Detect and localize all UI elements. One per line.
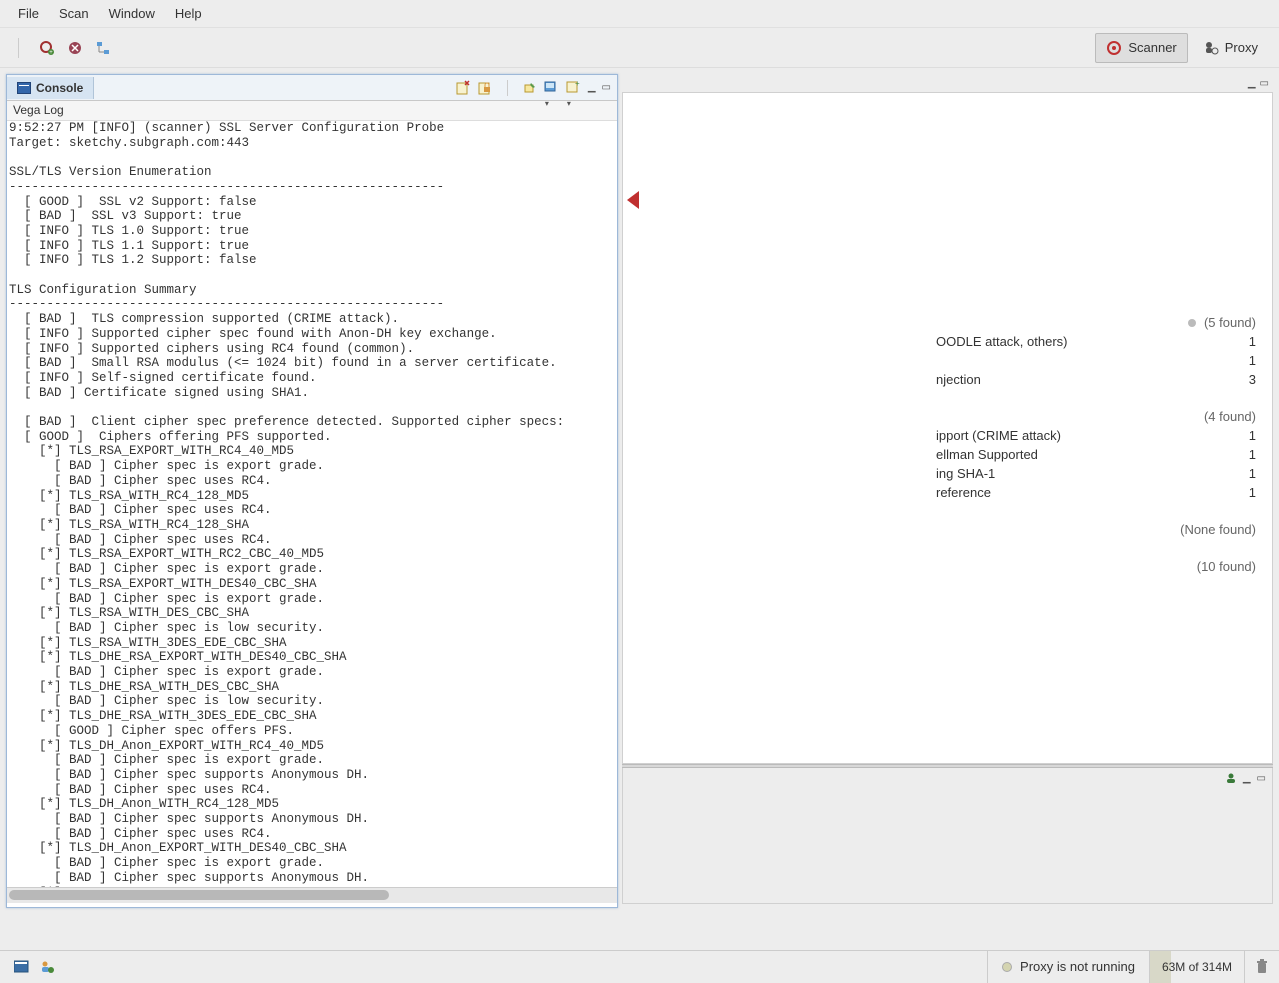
toolbar-separator xyxy=(507,80,508,96)
maximize-icon[interactable]: ▭ xyxy=(1260,78,1269,89)
person-icon[interactable] xyxy=(1225,772,1237,784)
vega-log-header: Vega Log xyxy=(7,101,617,121)
findings-count: (4 found) xyxy=(1204,409,1256,424)
proxy-icon[interactable] xyxy=(95,40,111,56)
console-log-output[interactable]: 9:52:27 PM [INFO] (scanner) SSL Server C… xyxy=(7,121,617,887)
main-area: Console ▾ +▾ ▁ ▭ Vega Log 9:52:27 PM [IN… xyxy=(0,68,1279,910)
menu-file[interactable]: File xyxy=(8,2,49,25)
menu-bar: File Scan Window Help xyxy=(0,0,1279,28)
console-status-icon[interactable] xyxy=(14,960,30,974)
menu-help[interactable]: Help xyxy=(165,2,212,25)
scan-info-panel: (5 found) OODLE attack, others)1 1 nject… xyxy=(622,92,1273,764)
minimize-icon[interactable]: ▁ xyxy=(1248,78,1256,89)
maximize-icon[interactable]: ▭ xyxy=(1257,773,1266,784)
person-status-icon[interactable] xyxy=(40,960,54,974)
gc-button[interactable] xyxy=(1244,951,1279,983)
right-panel: ▁ ▭ (5 found) OODLE attack, others)1 1 n… xyxy=(622,74,1273,908)
maximize-icon[interactable]: ▭ xyxy=(602,82,611,93)
main-toolbar: + Scanner Proxy xyxy=(0,28,1279,68)
open-console-dropdown[interactable]: +▾ xyxy=(566,80,582,96)
clear-console-icon[interactable] xyxy=(455,80,471,96)
menu-scan[interactable]: Scan xyxy=(49,2,99,25)
console-header: Console ▾ +▾ ▁ ▭ xyxy=(7,75,617,101)
scroll-lock-icon[interactable] xyxy=(477,80,493,96)
finding-row[interactable]: OODLE attack, others)1 xyxy=(936,332,1256,351)
target-icon xyxy=(1106,40,1122,56)
memory-text: 63M of 314M xyxy=(1162,960,1232,974)
minimize-icon[interactable]: ▁ xyxy=(588,82,596,93)
console-tab[interactable]: Console xyxy=(7,77,94,99)
findings-summary: (5 found) OODLE attack, others)1 1 nject… xyxy=(936,313,1256,594)
finding-row[interactable]: 1 xyxy=(936,351,1256,370)
console-tab-label: Console xyxy=(36,81,83,95)
console-view: Console ▾ +▾ ▁ ▭ Vega Log 9:52:27 PM [IN… xyxy=(6,74,618,908)
proxy-status-text: Proxy is not running xyxy=(1020,959,1135,974)
findings-count: (10 found) xyxy=(1197,559,1256,574)
status-dot-icon xyxy=(1002,962,1012,972)
perspective-proxy-label: Proxy xyxy=(1225,40,1258,55)
right-panel-controls: ▁ ▭ xyxy=(622,74,1273,92)
status-bar: Proxy is not running 63M of 314M xyxy=(0,950,1279,982)
proxy-status: Proxy is not running xyxy=(987,951,1149,983)
finding-row[interactable]: ellman Supported1 xyxy=(936,445,1256,464)
finding-row[interactable]: njection3 xyxy=(936,370,1256,389)
red-arrow-icon xyxy=(627,191,639,209)
console-toolbar: ▾ +▾ ▁ ▭ xyxy=(455,80,617,96)
globe-person-icon xyxy=(1203,40,1219,56)
menu-window[interactable]: Window xyxy=(99,2,165,25)
perspective-scanner-label: Scanner xyxy=(1128,40,1176,55)
perspective-proxy-button[interactable]: Proxy xyxy=(1192,33,1269,63)
display-console-dropdown[interactable]: ▾ xyxy=(544,80,560,96)
perspective-scanner-button[interactable]: Scanner xyxy=(1095,33,1187,63)
svg-text:+: + xyxy=(49,50,53,56)
findings-count: (None found) xyxy=(1180,522,1256,537)
finding-row[interactable]: ing SHA-11 xyxy=(936,464,1256,483)
horizontal-scrollbar[interactable] xyxy=(7,887,617,903)
pin-console-icon[interactable] xyxy=(522,80,538,96)
trash-icon xyxy=(1255,959,1269,975)
svg-text:+: + xyxy=(575,80,580,88)
finding-row[interactable]: ipport (CRIME attack)1 xyxy=(936,426,1256,445)
severity-dot-icon xyxy=(1188,319,1196,327)
minimize-icon[interactable]: ▁ xyxy=(1243,773,1251,784)
stop-scan-icon[interactable] xyxy=(67,40,83,56)
finding-row[interactable]: reference1 xyxy=(936,483,1256,502)
console-icon xyxy=(17,82,31,94)
findings-count: (5 found) xyxy=(1204,315,1256,330)
toolbar-separator xyxy=(18,38,19,58)
bottom-right-panel: ▁ ▭ xyxy=(622,768,1273,904)
new-scan-icon[interactable]: + xyxy=(39,40,55,56)
memory-status[interactable]: 63M of 314M xyxy=(1149,951,1244,983)
